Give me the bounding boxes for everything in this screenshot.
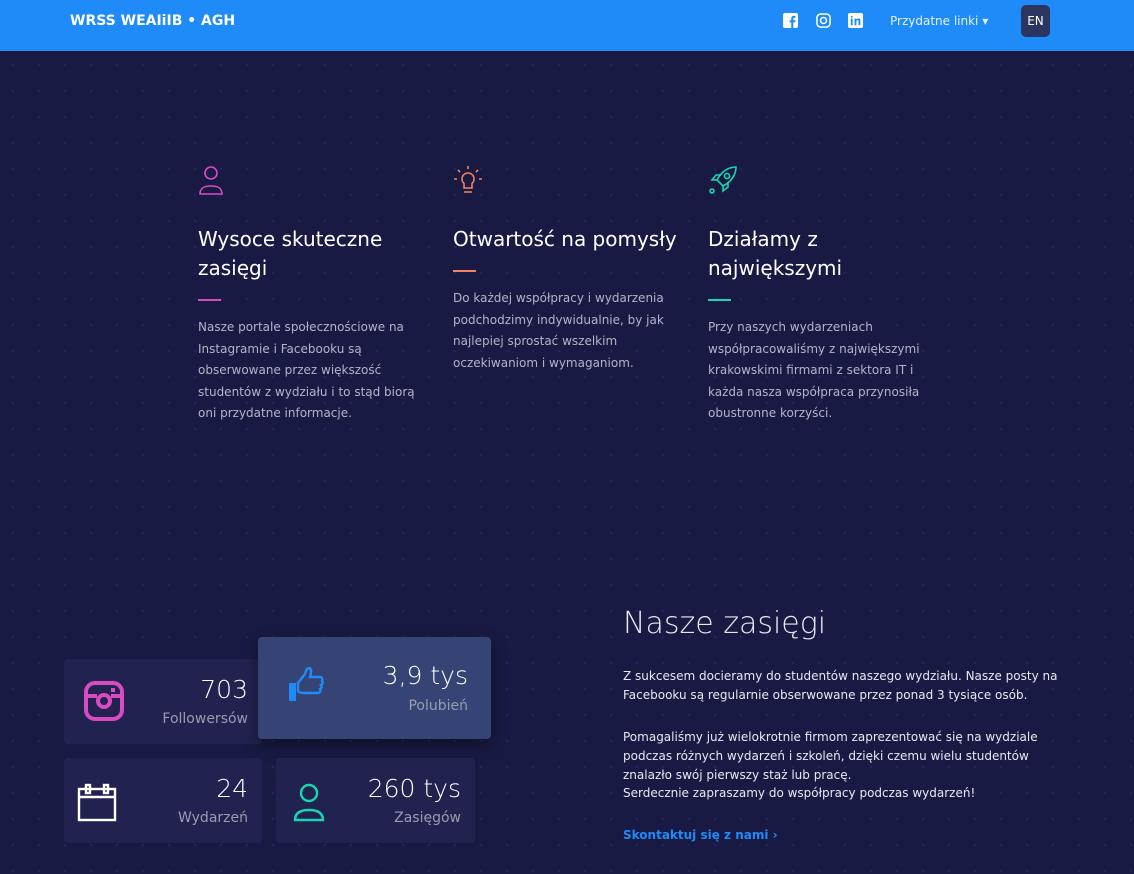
feature-text: Do każdej współpracy i wydarzenia podcho… <box>453 291 664 370</box>
rocket-icon <box>709 166 737 194</box>
useful-links-dropdown[interactable]: Przydatne linki ▾ <box>890 14 988 28</box>
stat-value: 703 <box>200 675 248 704</box>
stat-value: 3,9 tys <box>382 661 468 690</box>
reach-paragraph: Pomagaliśmy już wielokrotnie firmom zapr… <box>623 730 1038 782</box>
facebook-icon[interactable] <box>783 13 798 28</box>
stat-events: 24 Wydarzeń <box>64 758 262 843</box>
feature-text: Nasze portale społecznościowe na Instagr… <box>198 320 415 420</box>
stat-likes: 3,9 tys Polubień <box>258 637 491 739</box>
language-button[interactable]: EN <box>1021 5 1050 37</box>
divider <box>453 270 476 272</box>
divider <box>198 299 221 301</box>
feature-text: Przy naszych wydarzeniach współpracowali… <box>708 320 920 420</box>
contact-link[interactable]: Skontaktuj się z nami › <box>623 828 778 842</box>
stat-reach: 260 tys Zasięgów <box>276 758 475 843</box>
feature-openness: Otwartość na pomysły Do każdej współprac… <box>453 165 683 374</box>
reach-title: Nasze zasięgi <box>623 606 827 641</box>
instagram-icon <box>84 681 124 721</box>
instagram-icon[interactable] <box>816 13 831 28</box>
linkedin-icon[interactable] <box>848 13 863 28</box>
feature-title: Wysoce skuteczne zasięgi <box>198 227 383 280</box>
user-icon <box>293 783 325 822</box>
feature-reach: Wysoce skuteczne zasięgi Nasze portale s… <box>198 165 428 425</box>
navbar: WRSS WEAIiIB • AGH Przydatne linki ▾ EN <box>0 0 1134 51</box>
user-icon <box>199 166 223 195</box>
brand-logo[interactable]: WRSS WEAIiIB • AGH <box>70 13 235 29</box>
stat-label: Wydarzeń <box>178 810 248 826</box>
divider <box>708 299 731 301</box>
reach-paragraph: Z sukcesem docieramy do studentów naszeg… <box>623 669 1058 702</box>
stat-followers: 703 Followersów <box>64 659 262 744</box>
stat-value: 24 <box>216 774 248 803</box>
feature-title: Działamy z największymi <box>708 227 843 280</box>
feature-title: Otwartość na pomysły <box>453 227 677 251</box>
stat-value: 260 tys <box>367 774 461 803</box>
calendar-icon <box>77 783 117 822</box>
stat-label: Zasięgów <box>394 810 461 826</box>
thumbs-up-icon <box>289 667 324 701</box>
stat-label: Polubień <box>408 698 468 714</box>
reach-paragraph: Serdecznie zapraszamy do współpracy podc… <box>623 786 976 800</box>
feature-partners: Działamy z największymi Przy naszych wyd… <box>708 165 938 425</box>
stat-label: Followersów <box>162 711 248 727</box>
lightbulb-icon <box>454 166 482 193</box>
